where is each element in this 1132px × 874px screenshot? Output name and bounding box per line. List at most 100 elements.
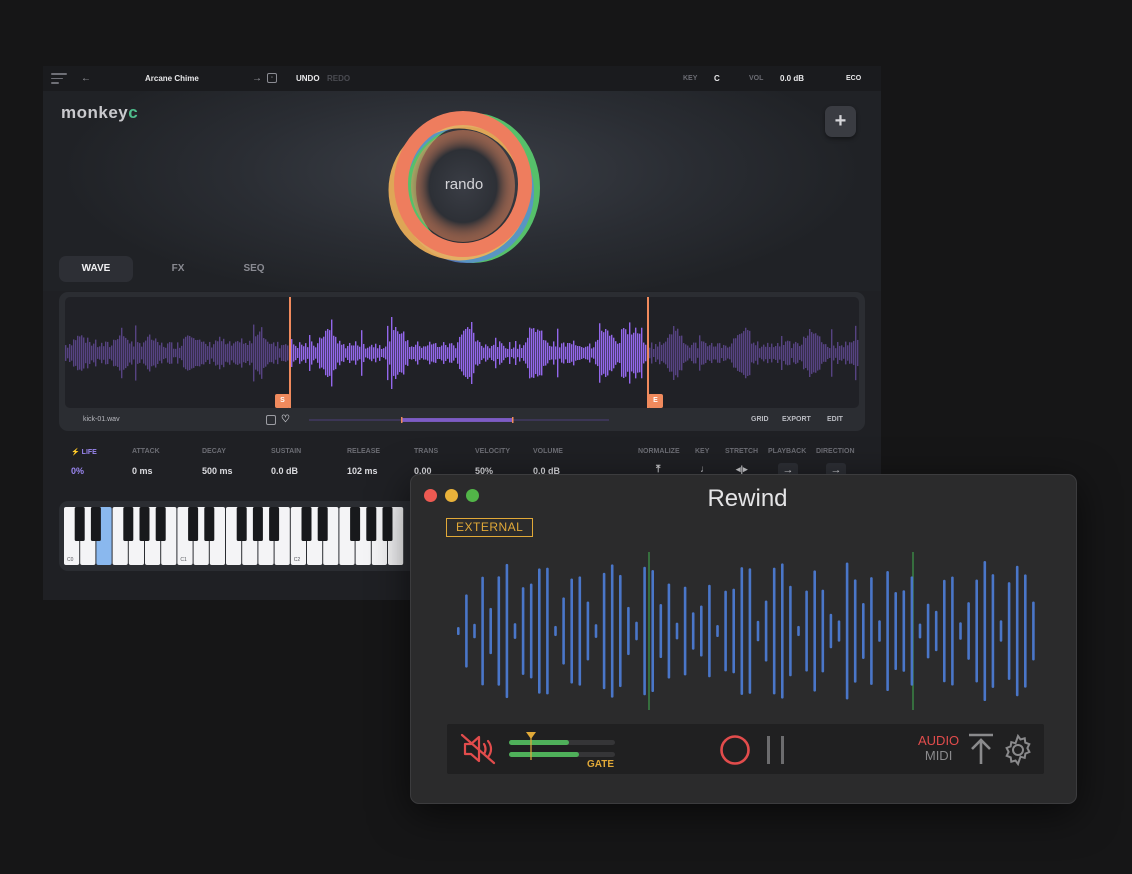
wave-sample [539, 330, 541, 376]
wave-sample [843, 347, 845, 359]
wave-sample [277, 341, 279, 365]
wave-sample [111, 345, 113, 361]
black-key[interactable] [188, 507, 199, 541]
wave-sample [353, 345, 355, 361]
wave-sample [565, 346, 567, 360]
wave-sample [527, 337, 529, 369]
key-value[interactable]: C [714, 66, 720, 91]
gear-icon[interactable] [1002, 734, 1034, 766]
export-icon[interactable] [967, 732, 995, 766]
wave-sample [457, 342, 459, 364]
waveform-display[interactable]: S E [65, 297, 859, 408]
black-key[interactable] [252, 507, 263, 541]
tab-seq[interactable]: SEQ [217, 256, 291, 282]
tab-fx[interactable]: FX [141, 256, 215, 282]
arrow-left-icon[interactable]: ← [81, 66, 91, 91]
wave-sample [783, 344, 785, 362]
sustain-value[interactable]: 0.0 dB [271, 466, 298, 476]
wave-sample [717, 343, 719, 363]
black-key[interactable] [350, 507, 361, 541]
source-badge[interactable]: EXTERNAL [446, 518, 534, 537]
edit-button[interactable]: EDIT [827, 409, 843, 431]
wave-sample [301, 344, 303, 362]
randomize-orb[interactable]: rando [381, 106, 547, 266]
wave-sample [487, 346, 489, 360]
tab-wave[interactable]: WAVE [59, 256, 133, 282]
end-marker-line[interactable] [647, 297, 649, 408]
pause-button[interactable] [763, 734, 789, 766]
wave-sample [617, 343, 619, 363]
record-button[interactable] [719, 734, 751, 766]
wave-sample [557, 328, 559, 378]
life-value[interactable]: 0% [71, 466, 84, 476]
wave-sample [807, 335, 809, 371]
wave-sample [455, 348, 457, 358]
file-name[interactable]: kick-01.wav [83, 409, 120, 431]
wave-sample [767, 342, 769, 364]
wave-sample [113, 339, 115, 367]
wave-sample [349, 342, 351, 364]
release-value[interactable]: 102 ms [347, 466, 378, 476]
wave-sample [805, 338, 807, 368]
black-key[interactable] [301, 507, 312, 541]
wave-sample [511, 348, 513, 358]
wave-sample [351, 345, 353, 361]
wave-sample [157, 342, 159, 364]
wave-sample [663, 343, 665, 363]
wave-sample [625, 329, 627, 377]
grid-button[interactable]: GRID [751, 409, 769, 431]
wave-sample [323, 336, 325, 370]
rewind-waveform[interactable] [451, 550, 1041, 712]
arrow-right-icon[interactable]: → [252, 66, 262, 91]
black-key[interactable] [366, 507, 377, 541]
start-marker[interactable]: S [275, 394, 290, 408]
wave-sample [247, 344, 249, 362]
wave-sample [407, 340, 409, 366]
level-meter[interactable] [509, 732, 617, 760]
wave-bar [578, 576, 582, 686]
overview-scrollbar[interactable] [309, 417, 609, 423]
add-button[interactable]: + [825, 106, 856, 137]
life-label-text: LIFE [81, 449, 97, 456]
wave-bar [667, 583, 671, 679]
wave-sample [775, 346, 777, 360]
black-key[interactable] [139, 507, 150, 541]
black-key[interactable] [204, 507, 215, 541]
attack-value[interactable]: 0 ms [132, 466, 153, 476]
black-key[interactable] [155, 507, 166, 541]
wave-sample [581, 347, 583, 359]
wave-sample [497, 347, 499, 359]
black-key[interactable] [123, 507, 134, 541]
wave-sample [117, 339, 119, 367]
mute-icon[interactable] [459, 732, 497, 766]
dice-icon[interactable] [266, 415, 276, 425]
redo-button[interactable]: REDO [327, 66, 350, 91]
wave-sample [255, 336, 257, 370]
preset-name[interactable]: Arcane Chime [145, 66, 199, 91]
wave-bar [886, 570, 889, 692]
undo-button[interactable]: UNDO [296, 66, 320, 91]
menu-icon[interactable] [51, 73, 67, 84]
wave-bar [716, 624, 719, 638]
wave-bar [934, 610, 938, 652]
black-key[interactable] [90, 507, 101, 541]
wave-sample [841, 345, 843, 361]
export-button[interactable]: EXPORT [782, 409, 811, 431]
save-icon[interactable]: ▫ [267, 73, 277, 83]
wave-sample [149, 334, 151, 372]
black-key[interactable] [382, 507, 393, 541]
black-key[interactable] [74, 507, 85, 541]
heart-icon[interactable]: ♡ [281, 409, 290, 431]
black-key[interactable] [317, 507, 328, 541]
wave-bar [594, 624, 598, 638]
black-key[interactable] [269, 507, 280, 541]
vol-value[interactable]: 0.0 dB [780, 66, 804, 91]
wave-bar [870, 577, 873, 685]
output-mode-toggle[interactable]: AUDIO MIDI [918, 733, 959, 763]
wave-sample [337, 343, 339, 363]
eco-button[interactable]: ECO [846, 66, 861, 91]
end-marker[interactable]: E [648, 394, 663, 408]
start-marker-line[interactable] [289, 297, 291, 408]
black-key[interactable] [236, 507, 247, 541]
decay-value[interactable]: 500 ms [202, 466, 233, 476]
